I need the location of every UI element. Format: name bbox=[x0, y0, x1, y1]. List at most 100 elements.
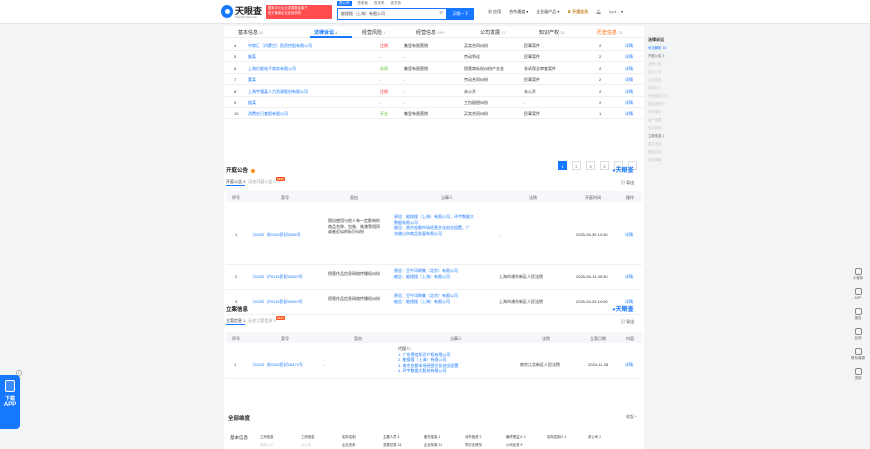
tab-lawsuit[interactable]: 法律诉讼 4 bbox=[314, 29, 337, 36]
search-tab[interactable]: 查老板 bbox=[358, 1, 369, 6]
sidebar-item[interactable]: 破产重整 bbox=[648, 117, 684, 125]
float-button[interactable]: 反馈 bbox=[850, 328, 866, 348]
float-button[interactable]: 顶部 bbox=[850, 368, 866, 388]
download-app-ad[interactable]: 下载 APP bbox=[0, 375, 20, 429]
sidebar-item[interactable]: 诉前调解 bbox=[648, 157, 684, 165]
lawsuit-action[interactable]: 详情 bbox=[625, 111, 633, 117]
page-button[interactable]: 4 bbox=[600, 161, 609, 170]
search-tab[interactable]: 查公司 bbox=[337, 1, 352, 6]
party-link[interactable]: 被告：能搜搜（上海）有限公司 bbox=[394, 299, 458, 305]
lawsuit-action[interactable]: 详情 bbox=[625, 100, 633, 106]
dimension-item[interactable]: 企业年报 11 bbox=[424, 442, 442, 447]
lawsuit-name[interactable]: 董某 bbox=[248, 77, 256, 83]
sidebar-item[interactable]: 限制出境 bbox=[648, 149, 684, 157]
collapse-button[interactable]: 收起 ^ bbox=[626, 414, 637, 420]
court-case-link[interactable]: （2025）沪0115民初54920号 bbox=[250, 274, 303, 280]
party-link[interactable]: 被告：南京金都市场经营文化创业园置，广 bbox=[394, 225, 474, 231]
export-button[interactable]: ▤ 导出 bbox=[621, 319, 634, 325]
lawsuit-action[interactable]: 详情 bbox=[625, 66, 633, 72]
lawsuit-name[interactable]: 殷某 bbox=[248, 54, 256, 60]
sidebar-item[interactable]: 终本案件 bbox=[648, 109, 684, 117]
party-link[interactable]: 原告：豆牛印刷集（北京）有限公司 bbox=[394, 293, 458, 299]
court-detail-link[interactable]: 详情 bbox=[625, 232, 633, 238]
dimension-item[interactable]: 总公司 2 bbox=[588, 434, 601, 439]
nav-apps[interactable]: ▦ 应用 bbox=[488, 9, 501, 15]
lawsuit-name[interactable]: 上海亿能电子商务有限公司 bbox=[248, 66, 296, 72]
tab-history[interactable]: 历史信息 28 bbox=[597, 29, 622, 36]
lawsuit-action[interactable]: 详情 bbox=[625, 54, 633, 60]
sidebar-item[interactable]: 开庭公告 3 bbox=[648, 53, 684, 61]
dimension-item[interactable]: 工商信息 bbox=[260, 434, 274, 439]
dimension-item[interactable]: 对外投资 2 bbox=[465, 434, 481, 439]
dimension-item[interactable]: 主要人员 4 bbox=[383, 434, 399, 439]
lawsuit-action[interactable]: 详情 bbox=[625, 89, 633, 95]
dimension-item[interactable]: 变更记录 23 bbox=[383, 442, 401, 447]
sidebar-item[interactable]: 送达公告 bbox=[648, 69, 684, 77]
search-tab[interactable]: 查关系 bbox=[391, 1, 402, 6]
float-button[interactable]: 联系客服 bbox=[850, 348, 866, 368]
filing-case-link[interactable]: （2024）苏0162民初18471号 bbox=[250, 362, 303, 368]
search-tab[interactable]: 查关系 bbox=[374, 1, 385, 6]
sidebar-item[interactable]: 立案信息 bbox=[648, 77, 684, 85]
dimension-item[interactable]: 公司业务 9 bbox=[506, 442, 522, 447]
page-button[interactable]: 2 bbox=[572, 161, 581, 170]
dimension-item[interactable]: 最终受益人 1 bbox=[506, 434, 526, 439]
close-icon[interactable]: × bbox=[16, 370, 22, 376]
tab-basic-info[interactable]: 基本信息 60 bbox=[238, 29, 263, 36]
tab-development[interactable]: 公司发展 37 bbox=[480, 29, 505, 36]
court-case-link[interactable]: （2025）沪0115民初54920号 bbox=[250, 299, 303, 305]
sidebar-item[interactable]: 失信被执行人 bbox=[648, 93, 684, 101]
tab-operating-risk[interactable]: 经营风险 1 bbox=[362, 29, 385, 36]
sidebar-item[interactable]: 立案信息 1 bbox=[648, 133, 684, 141]
subtab-court-notice[interactable]: 开庭公告 3 bbox=[226, 179, 246, 186]
lawsuit-name[interactable]: 消费在日查股有限公司 bbox=[248, 111, 288, 117]
party-link[interactable]: 原告：豆牛印刷集（北京）有限公司 bbox=[394, 268, 458, 274]
nav-partner[interactable]: 合作通道 ▾ bbox=[509, 9, 528, 15]
lawsuit-action[interactable]: 详情 bbox=[625, 77, 633, 83]
dimension-item[interactable]: 分公司 bbox=[301, 442, 311, 447]
lawsuit-name[interactable]: 殷某 bbox=[248, 100, 256, 106]
sidebar-item[interactable]: 限制消费令 bbox=[648, 101, 684, 109]
subtab-history-court-notice[interactable]: 历史开庭公告 0 bbox=[248, 179, 275, 184]
dimension-item[interactable]: 工商信息 bbox=[301, 434, 315, 439]
sidebar-item[interactable]: 被执行人 bbox=[648, 85, 684, 93]
tab-operating-info[interactable]: 经营信息 999+ bbox=[416, 29, 445, 36]
dimension-item[interactable]: 实际控制人 1 bbox=[547, 434, 567, 439]
sidebar-item[interactable]: 司法解析 16 bbox=[648, 45, 684, 53]
float-button[interactable]: 小程序 bbox=[850, 268, 866, 288]
party-link[interactable]: 被告：能搜搜（上海）有限公司 bbox=[394, 274, 458, 280]
lawsuit-action[interactable]: 详情 bbox=[625, 43, 633, 49]
party-link[interactable]: 东佛山市商品发展有限公司 bbox=[394, 231, 474, 237]
float-button[interactable]: APP bbox=[850, 288, 866, 308]
search-input[interactable]: 能搜搜（上海）有限公司 bbox=[337, 8, 447, 20]
dimension-item[interactable]: 企业关系 bbox=[342, 442, 356, 447]
tab-ip[interactable]: 知识产权 25 bbox=[539, 29, 564, 36]
nav-vip[interactable]: ♛ 开通会员 bbox=[567, 9, 588, 15]
bell-icon[interactable]: 🔔︎ bbox=[596, 9, 601, 14]
filing-detail-link[interactable]: 详情 bbox=[625, 362, 633, 368]
court-case-link[interactable]: （2025）苏0162民初3386号 bbox=[250, 232, 301, 238]
subtab-filing[interactable]: 立案信息 1 bbox=[226, 318, 246, 325]
clear-icon[interactable]: ⊗ bbox=[439, 10, 443, 16]
sidebar-item[interactable]: 司法协助 bbox=[648, 125, 684, 133]
party-link[interactable]: 4. 环宇数据大股份有限公司 bbox=[398, 368, 458, 374]
float-button[interactable]: 报告 bbox=[850, 308, 866, 328]
page-button[interactable]: 1 bbox=[558, 161, 567, 170]
dimension-item[interactable]: 实际控制 bbox=[342, 434, 356, 439]
dimension-item[interactable]: 股东信息 1 bbox=[424, 434, 440, 439]
sidebar-item[interactable]: 股权冻结 bbox=[648, 141, 684, 149]
lawsuit-name[interactable]: 中商汇（内蒙古）投资控股有限公司 bbox=[248, 43, 312, 49]
party-link[interactable]: 原告：能搜搜（上海）有限公司，环宇数据大 bbox=[394, 214, 474, 220]
search-button[interactable]: 天眼一下 bbox=[447, 8, 474, 20]
user-menu[interactable]: tyc4... ▾ bbox=[609, 9, 623, 14]
header-ad-banner[interactable]: 国家中小企业发展基金旗下 官方备案企业征信机构 bbox=[266, 5, 332, 19]
export-button[interactable]: ▤ 导出 bbox=[621, 180, 634, 186]
sidebar-item[interactable]: 法院公告 bbox=[648, 61, 684, 69]
subtab-history-filing[interactable]: 历史立案信息 0 bbox=[248, 318, 275, 323]
page-button[interactable]: 3 bbox=[586, 161, 595, 170]
site-logo[interactable]: 天眼查 TianYancha.com bbox=[221, 4, 265, 20]
lawsuit-name[interactable]: 上海宇通某人力资源股份有限公司 bbox=[248, 89, 308, 95]
dimension-item[interactable]: 同行业情况 bbox=[465, 442, 482, 447]
court-detail-link[interactable]: 详情 bbox=[625, 274, 633, 280]
dimension-item[interactable]: 最新公示 bbox=[260, 442, 274, 447]
